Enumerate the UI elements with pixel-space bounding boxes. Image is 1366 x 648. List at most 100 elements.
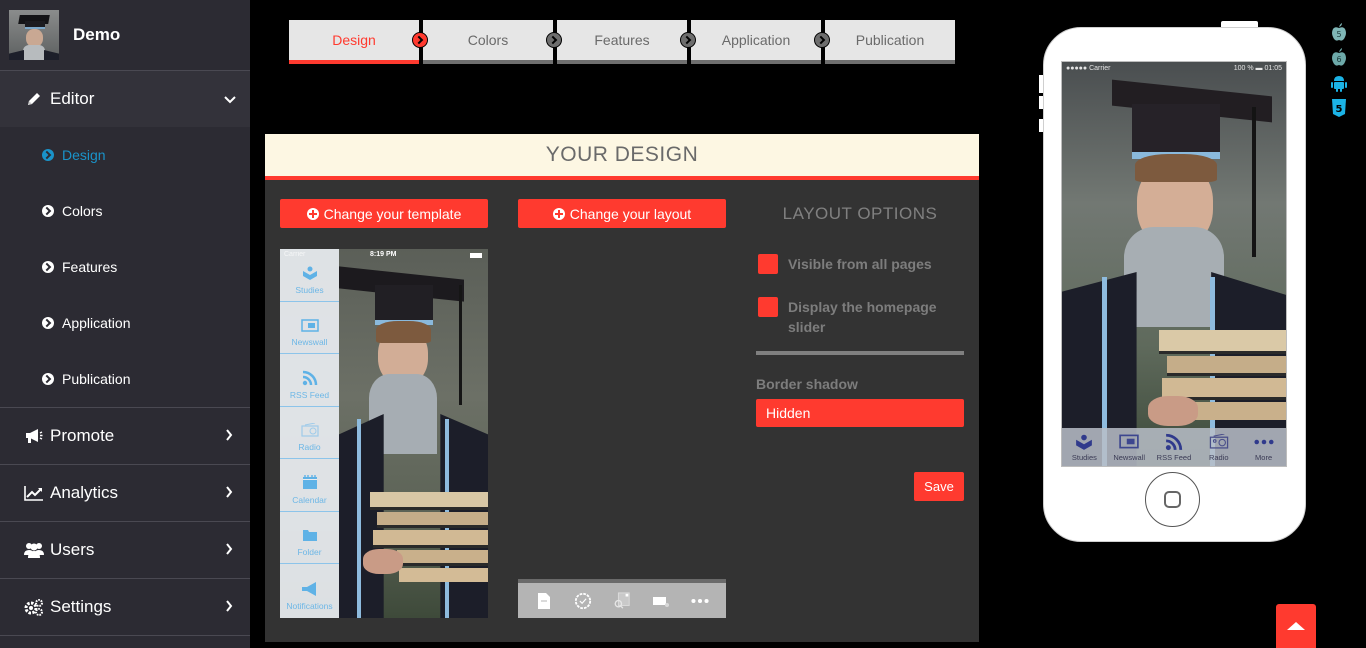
svg-text:6: 6 <box>1336 55 1341 64</box>
avatar[interactable] <box>9 10 59 60</box>
visible-all-pages-checkbox[interactable]: Visible from all pages <box>758 254 932 274</box>
sidebar-item-settings[interactable]: Settings <box>0 579 250 636</box>
border-shadow-select[interactable]: Hidden <box>756 399 964 427</box>
step-application[interactable]: Application <box>691 20 830 64</box>
page-icon <box>535 592 553 610</box>
step-label: Publication <box>855 32 925 48</box>
phone-tab-bar: Studies Newswall RSS Feed Radio More <box>1062 428 1286 466</box>
rss-icon <box>1164 433 1184 451</box>
sidebar-item-label: Editor <box>50 89 95 108</box>
sidebar-subitem-publication[interactable]: Publication <box>0 351 250 407</box>
android-icon[interactable] <box>1330 73 1348 92</box>
change-template-button[interactable]: Change your template <box>280 199 488 228</box>
phone-home-button <box>1145 472 1200 527</box>
folder-icon <box>301 528 319 542</box>
save-button[interactable]: Save <box>914 472 964 501</box>
checkbox[interactable] <box>758 297 778 317</box>
reader-icon <box>1074 433 1094 451</box>
plus-circle-icon <box>552 207 565 220</box>
phone-tab-studies[interactable]: Studies <box>1064 433 1104 462</box>
sidebar-item-promote[interactable]: Promote <box>0 408 250 465</box>
more-icon <box>691 592 709 610</box>
chevron-circle-icon <box>42 261 54 273</box>
editor-subnav: Design Colors Features Application Publi… <box>0 127 250 408</box>
megaphone-icon <box>24 427 44 445</box>
chevron-right-icon <box>224 485 234 501</box>
html5-icon[interactable]: 5 <box>1330 98 1348 117</box>
checkbox-label: Display the homepage slider <box>788 299 937 335</box>
step-label: Features <box>594 32 650 48</box>
sidebar-item-users[interactable]: Users <box>0 522 250 579</box>
sidebar-subitem-design[interactable]: Design <box>0 127 250 183</box>
sidebar-item-label: Settings <box>50 597 112 616</box>
more-icon <box>1254 433 1274 451</box>
phone-tab-more[interactable]: More <box>1244 433 1284 462</box>
step-colors[interactable]: Colors <box>423 20 562 64</box>
message-icon <box>652 592 670 610</box>
template-menu-item: Calendar <box>280 459 339 512</box>
svg-text:5: 5 <box>1336 104 1343 115</box>
phone-tab-rss-feed[interactable]: RSS Feed <box>1154 433 1194 462</box>
template-menu-item: Newswall <box>280 302 339 354</box>
scroll-to-top-button[interactable] <box>1276 604 1316 648</box>
newspaper-icon <box>1119 433 1139 451</box>
wizard-steps: Design Colors Features Application Publi… <box>289 20 955 64</box>
chevron-right-icon <box>224 599 234 615</box>
phone-screen: ●●●●● Carrier 100 % ▬ 01:05 Studies News… <box>1061 61 1287 467</box>
platform-selector: 5 6 5 <box>1330 23 1348 117</box>
badge-icon <box>574 592 592 610</box>
step-design[interactable]: Design <box>289 20 428 64</box>
sidebar-subitem-label: Colors <box>62 203 103 219</box>
step-features[interactable]: Features <box>557 20 696 64</box>
sidebar-item-label: Analytics <box>50 483 119 502</box>
phone-status-bar: ●●●●● Carrier 100 % ▬ 01:05 <box>1066 65 1282 72</box>
sidebar-item-editor[interactable]: Editor <box>0 71 250 127</box>
checkbox[interactable] <box>758 254 778 274</box>
svg-text:5: 5 <box>1336 30 1341 39</box>
sidebar-item-analytics[interactable]: Analytics <box>0 465 250 522</box>
sidebar-subitem-application[interactable]: Application <box>0 295 250 351</box>
step-arrow-icon <box>814 32 830 48</box>
step-label: Application <box>721 32 791 48</box>
layout-preview[interactable] <box>518 579 726 618</box>
homepage-slider-checkbox[interactable]: Display the homepage slider <box>758 297 958 337</box>
gears-icon <box>24 598 44 616</box>
sidebar-subitem-colors[interactable]: Colors <box>0 183 250 239</box>
border-shadow-label: Border shadow <box>756 376 858 392</box>
button-label: Change your layout <box>569 205 692 222</box>
sidebar-item-label: Promote <box>50 426 115 445</box>
reader-icon <box>301 266 319 280</box>
newspaper-icon <box>300 318 319 332</box>
chevron-circle-icon <box>42 373 54 385</box>
chevron-circle-icon <box>42 317 54 329</box>
plus-circle-icon <box>306 207 319 220</box>
button-label: Change your template <box>323 205 462 222</box>
change-layout-button[interactable]: Change your layout <box>518 199 726 228</box>
sidebar-subitem-features[interactable]: Features <box>0 239 250 295</box>
divider <box>756 351 964 355</box>
profile-name: Demo <box>73 25 121 44</box>
rss-icon <box>301 370 319 385</box>
template-status-bar: Carrier 8:19 PM <box>280 251 488 261</box>
ios6-icon[interactable]: 6 <box>1330 48 1348 67</box>
sidebar-subitem-label: Application <box>62 315 131 331</box>
calendar-icon <box>301 475 319 490</box>
ios5-icon[interactable]: 5 <box>1330 23 1348 42</box>
phone-tab-radio[interactable]: Radio <box>1199 433 1239 462</box>
sidebar-subitem-label: Features <box>62 259 118 275</box>
radio-icon <box>1209 433 1229 451</box>
design-panel: YOUR DESIGN Change your template Change … <box>265 134 979 642</box>
template-menu-item: Radio <box>280 407 339 459</box>
template-menu-item: RSS Feed <box>280 354 339 407</box>
step-arrow-icon <box>680 32 696 48</box>
pencil-icon <box>24 90 44 108</box>
phone-tab-newswall[interactable]: Newswall <box>1109 433 1149 462</box>
search-map-icon <box>613 591 631 610</box>
arrow-up-icon <box>1287 622 1305 630</box>
chevron-down-icon <box>224 91 236 107</box>
template-preview[interactable]: Studies Newswall RSS Feed Radio Calendar… <box>280 249 488 618</box>
panel-title: YOUR DESIGN <box>265 134 979 180</box>
radio-icon <box>300 423 319 437</box>
profile: Demo <box>0 0 250 71</box>
step-publication[interactable]: Publication <box>825 20 955 64</box>
